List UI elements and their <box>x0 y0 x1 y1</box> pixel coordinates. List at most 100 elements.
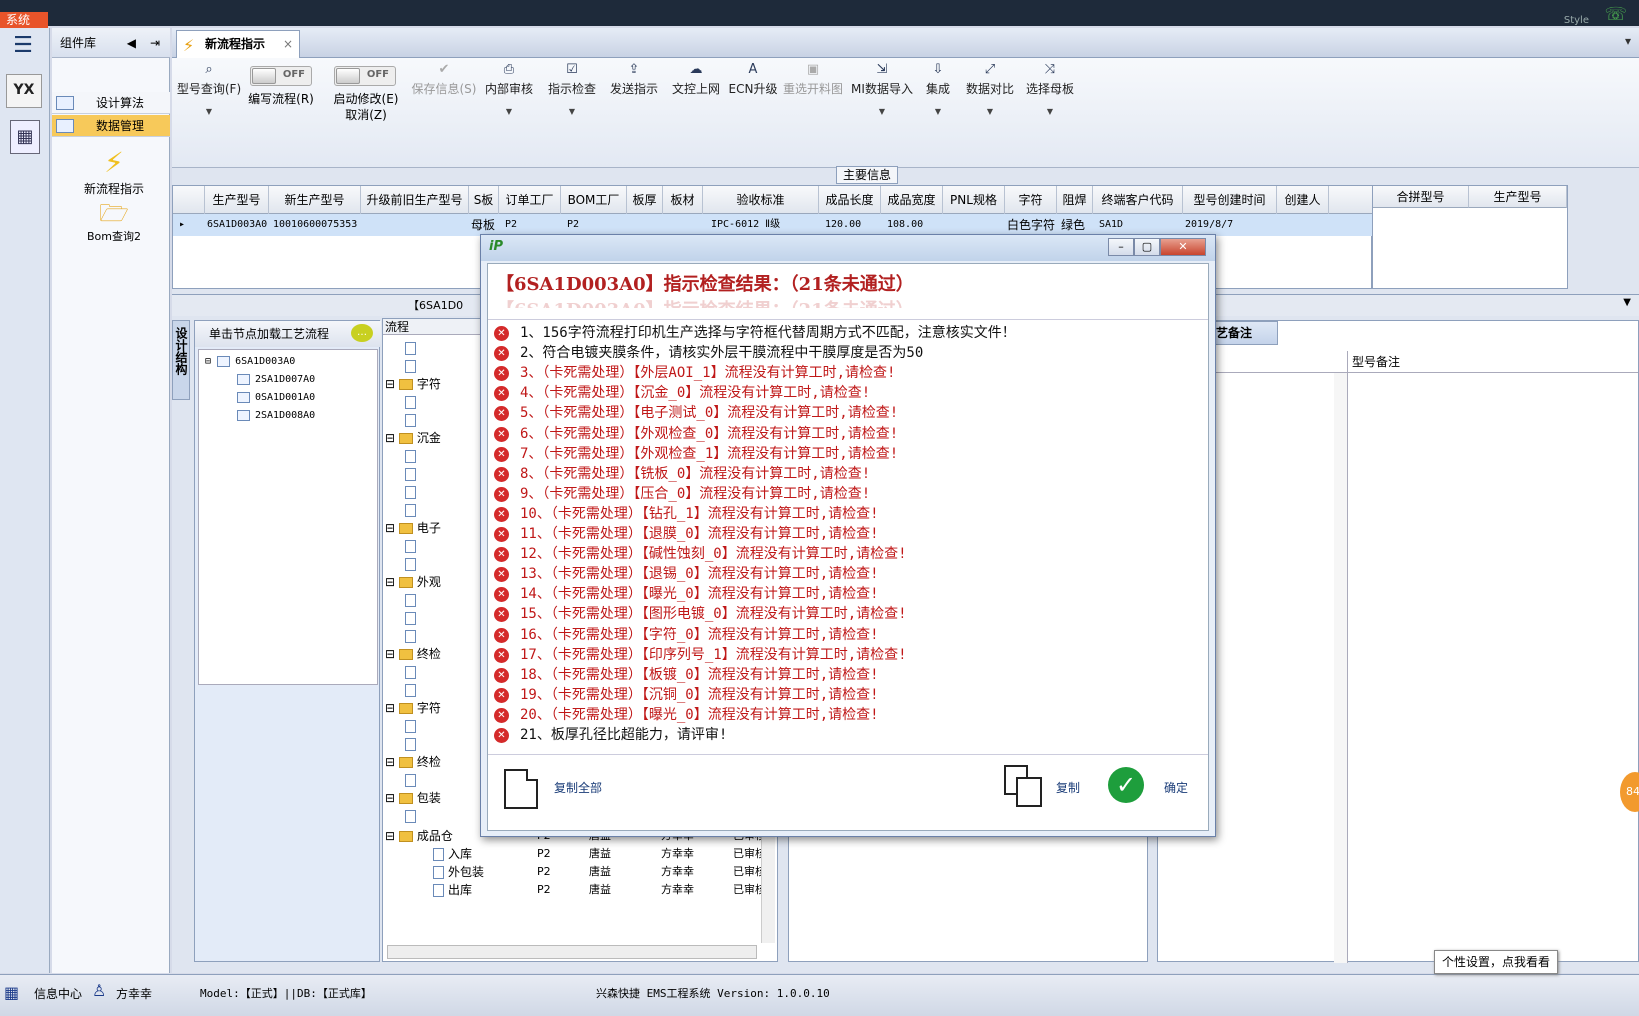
horizontal-scrollbar[interactable] <box>387 945 757 959</box>
tool-bom-query[interactable]: 🗁 Bom查询2 <box>74 198 154 244</box>
tree-leaf[interactable] <box>405 609 420 627</box>
tree-leaf[interactable] <box>405 663 420 681</box>
integrate-button[interactable]: ⇩ 集成 ▼ <box>920 62 956 116</box>
yx-app-icon[interactable]: YX <box>6 74 42 108</box>
tree-folder[interactable]: ⊟ 包装 <box>385 789 441 807</box>
tree-folder[interactable]: ⊟ 字符 <box>385 375 441 393</box>
table-cell[interactable]: SA1D <box>1097 214 1183 236</box>
error-message-row[interactable]: ✕ 1、156字符流程打印机生产选择与字符框代替周期方式不匹配，注意核实文件！ <box>488 323 1208 344</box>
tree-folder[interactable]: ⊟ 沉金 <box>385 429 441 447</box>
tree-leaf[interactable] <box>405 393 420 411</box>
tree-folder[interactable]: ⊟ 成品仓 <box>385 827 453 845</box>
table-cell[interactable]: 10010600075353 <box>271 214 361 236</box>
table-cell[interactable] <box>361 214 469 236</box>
error-message-row[interactable]: ✕ 17、（卡死需处理）【印序列号_1】流程没有计算工时,请检查! <box>488 645 1208 666</box>
col-header[interactable]: 成品长度 <box>819 186 881 214</box>
tree-node[interactable]: 2SA1D008A0 <box>237 408 315 424</box>
col-header[interactable]: 板材 <box>663 186 703 214</box>
collapse-left-icon[interactable]: ◀ <box>127 28 136 58</box>
phone-icon[interactable]: ☏ <box>1604 4 1627 25</box>
col-header[interactable]: 新生产型号 <box>269 186 361 214</box>
tree-leaf[interactable] <box>405 483 420 501</box>
system-menu[interactable]: 系统 <box>0 12 48 28</box>
tree-folder[interactable]: ⊟ 电子 <box>385 519 441 537</box>
tree-folder[interactable]: ⊟ 终检 <box>385 753 441 771</box>
col-header[interactable]: 板厚 <box>627 186 663 214</box>
tree-leaf[interactable]: 入库 <box>433 845 472 863</box>
save-info-button[interactable]: ✔ 保存信息(S) <box>408 62 480 97</box>
col-header[interactable]: 验收标准 <box>703 186 819 214</box>
tree-leaf[interactable] <box>405 501 420 519</box>
design-structure-tab[interactable]: 设计结构 <box>172 320 190 400</box>
error-message-row[interactable]: ✕ 12、（卡死需处理）【碱性蚀刻_0】流程没有计算工时,请检查! <box>488 544 1208 565</box>
col-header[interactable]: 成品宽度 <box>881 186 943 214</box>
select-motherboard-button[interactable]: ⤨ 选择母板 ▼ <box>1022 62 1078 116</box>
tree-leaf[interactable] <box>405 591 420 609</box>
table-cell[interactable]: 母板 <box>469 214 499 236</box>
error-message-row[interactable]: ✕ 13、（卡死需处理）【退锡_0】流程没有计算工时,请检查! <box>488 564 1208 585</box>
error-message-row[interactable]: ✕ 20、（卡死需处理）【曝光_0】流程没有计算工时,请检查! <box>488 705 1208 726</box>
error-message-row[interactable]: ✕ 7、（卡死需处理）【外观检查_1】流程没有计算工时,请检查! <box>488 444 1208 465</box>
tree-leaf[interactable] <box>405 627 420 645</box>
grid-icon[interactable]: ▦ <box>4 983 24 1003</box>
col-header[interactable]: 终端客户代码 <box>1093 186 1183 214</box>
dialog-titlebar[interactable]: iP – ▢ ✕ <box>481 235 1215 261</box>
tree-leaf[interactable]: 出库 <box>433 881 472 899</box>
col-header[interactable]: 创建人 <box>1277 186 1329 214</box>
info-center-link[interactable]: 信息中心 <box>34 985 82 1002</box>
error-message-row[interactable]: ✕ 21、板厚孔径比超能力，请评审! <box>488 725 1208 746</box>
personalize-tooltip[interactable]: 个性设置，点我看看 <box>1434 950 1558 974</box>
ecn-upgrade-button[interactable]: A ECN升级 <box>728 62 778 97</box>
tree-leaf[interactable] <box>405 447 420 465</box>
col-header[interactable]: 字符 <box>1005 186 1057 214</box>
tree-leaf[interactable] <box>405 465 420 483</box>
error-message-row[interactable]: ✕ 11、（卡死需处理）【退膜_0】流程没有计算工时,请检查! <box>488 524 1208 545</box>
data-compare-button[interactable]: ⤢ 数据对比 ▼ <box>962 62 1018 116</box>
component-item-data-management[interactable]: 数据管理 <box>52 115 170 137</box>
tree-folder[interactable]: ⊟ 字符 <box>385 699 441 717</box>
menu-icon[interactable]: ☰ <box>8 34 38 58</box>
tree-folder[interactable]: ⊟ 外观 <box>385 573 441 591</box>
table-cell[interactable] <box>663 214 703 236</box>
copy-icon[interactable] <box>1004 765 1044 809</box>
component-item-design-algorithm[interactable]: 设计算法 <box>52 92 170 114</box>
tree-node[interactable]: 2SA1D007A0 <box>237 372 315 388</box>
pin-icon[interactable]: ⇥ <box>150 28 160 58</box>
ok-button[interactable]: 确定 <box>1164 779 1188 796</box>
tree-leaf[interactable] <box>405 735 420 753</box>
model-query-button[interactable]: ⌕ 型号查询(F) ▼ <box>174 62 244 116</box>
chevron-down-icon[interactable]: ▾ <box>1625 34 1631 48</box>
tree-leaf[interactable] <box>405 681 420 699</box>
error-message-row[interactable]: ✕ 6、（卡死需处理）【外观检查_0】流程没有计算工时,请检查! <box>488 424 1208 445</box>
error-message-row[interactable]: ✕ 10、（卡死需处理）【钻孔_1】流程没有计算工时,请检查! <box>488 504 1208 525</box>
minimize-button[interactable]: – <box>1108 238 1134 256</box>
tree-leaf[interactable] <box>405 555 420 573</box>
error-message-row[interactable]: ✕ 19、（卡死需处理）【沉铜_0】流程没有计算工时,请检查! <box>488 685 1208 706</box>
chevron-down-icon[interactable]: ▼ <box>1623 297 1631 308</box>
table-cell[interactable]: P2 <box>503 214 561 236</box>
error-message-row[interactable]: ✕ 16、（卡死需处理）【字符_0】流程没有计算工时,请检查! <box>488 625 1208 646</box>
reselect-cutting-button[interactable]: ▣ 重选开料图 <box>780 62 846 97</box>
tree-leaf[interactable] <box>405 357 420 375</box>
tree-leaf[interactable] <box>405 807 420 825</box>
mi-import-button[interactable]: ⇲ MI数据导入 ▼ <box>850 62 914 116</box>
table-cell[interactable]: 108.00 <box>885 214 943 236</box>
col-header[interactable]: 生产型号 <box>1469 186 1567 208</box>
edit-flow-toggle[interactable]: OFF <box>250 66 312 86</box>
error-message-row[interactable]: ✕ 2、符合电镀夹膜条件，请核实外层干膜流程中干膜厚度是否为50 <box>488 343 1208 364</box>
table-cell[interactable]: 白色字符 <box>1005 214 1057 236</box>
table-cell[interactable]: IPC-6012 Ⅱ级 <box>709 214 819 236</box>
error-message-row[interactable]: ✕ 14、（卡死需处理）【曝光_0】流程没有计算工时,请检查! <box>488 584 1208 605</box>
copy-all-button[interactable]: 复制全部 <box>554 779 602 796</box>
lower-tab[interactable]: 【6SA1D0 <box>408 297 463 313</box>
col-header[interactable]: 阻焊 <box>1057 186 1093 214</box>
checkmark-icon[interactable]: ✓ <box>1108 767 1144 803</box>
vertical-scrollbar[interactable] <box>1334 373 1348 963</box>
internal-review-button[interactable]: ⎙ 内部审核 ▼ <box>482 62 536 116</box>
close-button[interactable]: ✕ <box>1160 238 1206 256</box>
calculator-icon[interactable]: ▦ <box>10 120 40 154</box>
col-header[interactable]: PNL规格 <box>943 186 1005 214</box>
tree-node-root[interactable]: ⊟ 6SA1D003A0 <box>205 354 295 370</box>
error-message-row[interactable]: ✕ 3、（卡死需处理）【外层AOI_1】流程没有计算工时,请检查! <box>488 363 1208 384</box>
chat-bubble-icon[interactable]: … <box>351 324 373 342</box>
